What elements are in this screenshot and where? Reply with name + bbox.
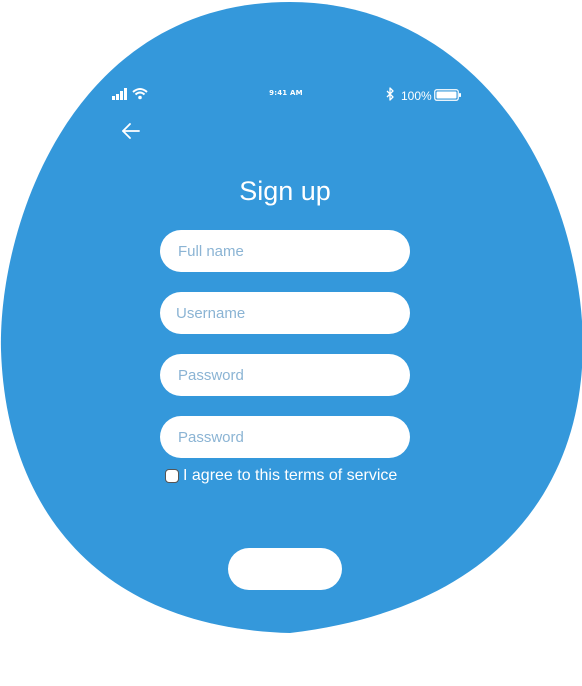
battery-icon [434, 89, 461, 101]
password-input[interactable] [160, 354, 410, 396]
back-button[interactable] [118, 118, 146, 144]
terms-row: I agree to this terms of service [165, 465, 397, 487]
arrow-left-icon [122, 123, 140, 139]
terms-checkbox[interactable] [165, 469, 179, 483]
full-name-input[interactable] [160, 230, 410, 272]
status-bar: 9:41 AM 100% [110, 86, 462, 104]
page-title: Sign up [239, 176, 331, 206]
confirm-password-input[interactable] [160, 416, 410, 458]
battery-percentage: 100% [401, 89, 432, 103]
sign-up-submit-button[interactable] [228, 548, 342, 590]
username-input[interactable] [160, 292, 410, 334]
bluetooth-icon [386, 87, 394, 101]
terms-label[interactable]: I agree to this terms of service [183, 467, 397, 485]
